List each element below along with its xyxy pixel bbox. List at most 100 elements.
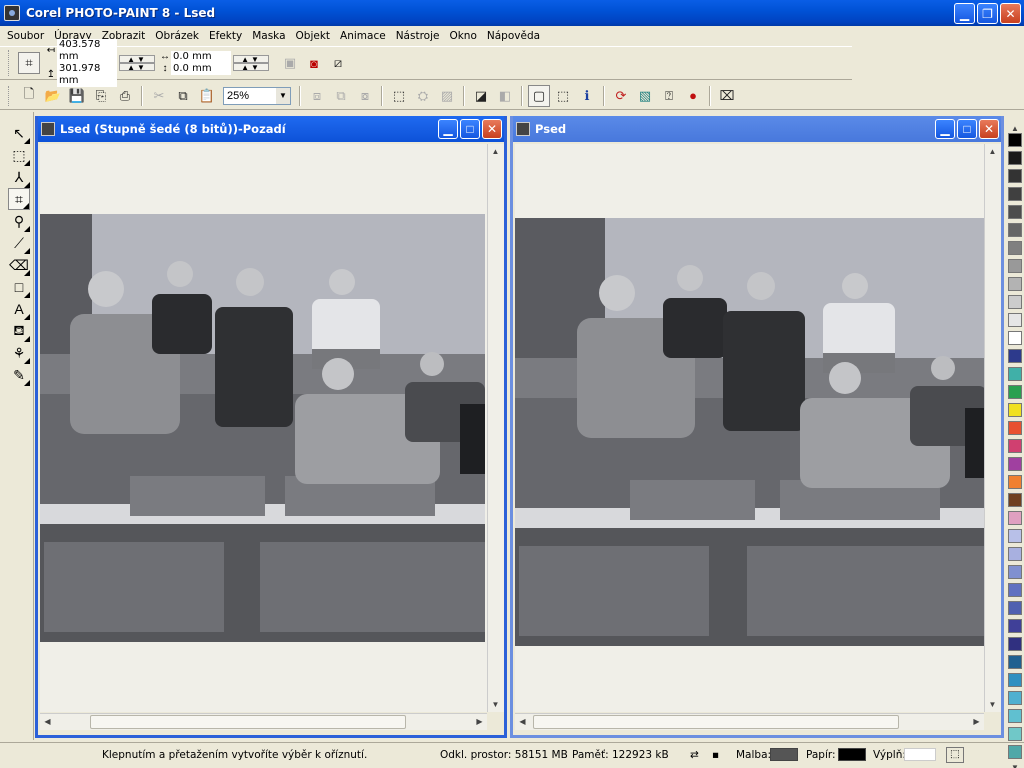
menu-efekty[interactable]: Efekty [204,30,247,42]
pick-tool-icon[interactable]: ↖ [8,122,30,144]
mask-overlay-icon[interactable]: ◪ [470,85,492,107]
vertical-scrollbar[interactable]: ▲ ▼ [984,144,1001,712]
mask-rectangle-icon[interactable]: ⬚ [388,85,410,107]
menu-nastroje[interactable]: Nástroje [391,30,445,42]
rectangle-mask-icon[interactable]: ⬚ [8,144,30,166]
color-swatch[interactable] [1008,565,1022,579]
paste-icon[interactable]: 📋 [196,85,218,107]
color-swatch[interactable] [1008,259,1022,273]
open-folder-icon[interactable]: 📂 [42,85,64,107]
scroll-right-icon[interactable]: ▶ [969,714,984,729]
palette-scroll-up-icon[interactable]: ▲ [1006,124,1024,133]
freehand-mask-icon[interactable]: ⅄ [8,166,30,188]
minimize-button[interactable]: ▁ [954,3,975,24]
photo-image[interactable] [40,214,485,642]
zoom-tool-icon[interactable]: ⚲ [8,210,30,232]
menu-objekt[interactable]: Objekt [291,30,336,42]
paint-color-swatch[interactable] [770,748,798,761]
restore-button[interactable]: ❐ [977,3,998,24]
color-swatch[interactable] [1008,475,1022,489]
full-screen-icon[interactable]: ⌧ [716,85,738,107]
mask-invert-icon[interactable]: ⛭ [412,85,434,107]
horizontal-scrollbar[interactable]: ◀ ▶ [515,713,984,730]
show-mask-icon[interactable]: ▢ [528,84,550,107]
fill-tool-icon[interactable]: ⛾ [8,320,30,342]
offset-x-field[interactable]: 0.0 mm [171,51,231,63]
color-swatch[interactable] [1008,205,1022,219]
apple-icon[interactable]: ● [682,85,704,107]
color-swatch[interactable] [1008,169,1022,183]
color-swatch[interactable] [1008,295,1022,309]
width-field[interactable]: 403.578 mm [57,39,117,63]
cut-icon[interactable]: ✂ [148,85,170,107]
menu-obrazek[interactable]: Obrázek [150,30,204,42]
image-canvas[interactable] [515,144,987,712]
info-icon[interactable]: ℹ [576,85,598,107]
document-window-psed[interactable]: Psed ▁ □ ✕ ▲ ▼ ◀ ▶ [510,116,1004,738]
eraser-icon[interactable]: ⌫ [8,254,30,276]
doc-minimize-button[interactable]: ▁ [935,119,955,139]
horizontal-scrollbar[interactable]: ◀ ▶ [40,713,487,730]
paper-color-swatch[interactable] [838,748,866,761]
color-swatch[interactable] [1008,187,1022,201]
mask-marquee-icon[interactable]: ◧ [494,85,516,107]
color-swatch[interactable] [1008,151,1022,165]
offset-spinner[interactable]: ▲▼ ▲▼ [233,55,269,72]
menu-animace[interactable]: Animace [335,30,391,42]
object-split-icon[interactable]: ⧇ [354,85,376,107]
doc-maximize-button[interactable]: □ [460,119,480,139]
scroll-down-icon[interactable]: ▼ [985,697,1000,712]
color-swatch[interactable] [1008,709,1022,723]
size-spinner[interactable]: ▲▼ ▲▼ [119,55,155,72]
copy-icon[interactable]: ⧉ [172,85,194,107]
color-swatch[interactable] [1008,331,1022,345]
doc-close-button[interactable]: ✕ [482,119,502,139]
menu-napoveda[interactable]: Nápověda [482,30,545,42]
crop-tool-options-icon[interactable]: ⧄ [327,52,349,74]
toolbar-grip[interactable] [8,50,11,76]
object-combine-icon[interactable]: ⧉ [330,85,352,107]
doc-maximize-button[interactable]: □ [957,119,977,139]
color-swatch[interactable] [1008,583,1022,597]
doc-minimize-button[interactable]: ▁ [438,119,458,139]
scroll-thumb[interactable] [533,715,899,729]
swap-colors-icon[interactable]: ⇄ [690,749,699,761]
mask-mode-icon[interactable]: ⬚ [946,747,964,763]
save-icon[interactable]: 💾 [66,85,88,107]
color-swatch[interactable] [1008,457,1022,471]
color-swatch[interactable] [1008,223,1022,237]
scroll-down-icon[interactable]: ▼ [488,697,503,712]
scroll-right-icon[interactable]: ▶ [472,714,487,729]
effects-magnet-icon[interactable]: ⟳ [610,85,632,107]
text-tool-icon[interactable]: A [8,298,30,320]
help-pointer-icon[interactable]: ⍰ [658,85,680,107]
color-swatch[interactable] [1008,367,1022,381]
color-swatch[interactable] [1008,691,1022,705]
color-swatch[interactable] [1008,529,1022,543]
chevron-down-icon[interactable]: ▼ [276,87,290,104]
document-window-lsed[interactable]: Lsed (Stupně šedé (8 bitů))-Pozadí ▁ □ ✕ [35,116,507,738]
corel-app-icon[interactable] [4,5,20,21]
menu-okno[interactable]: Okno [444,30,481,42]
offset-y-field[interactable]: 0.0 mm [171,63,231,75]
scroll-left-icon[interactable]: ◀ [515,714,530,729]
scroll-left-icon[interactable]: ◀ [40,714,55,729]
vertical-scrollbar[interactable]: ▲ ▼ [487,144,504,712]
scroll-up-icon[interactable]: ▲ [488,144,503,159]
crop-to-mask-icon[interactable]: ▣ [279,52,301,74]
close-button[interactable]: ✕ [1000,3,1021,24]
clone-tool-icon[interactable]: ✎ [8,364,30,386]
crop-border-color-icon[interactable]: ◙ [303,52,325,74]
object-group-icon[interactable]: ⧈ [306,85,328,107]
photo-image[interactable] [515,218,987,646]
image-canvas[interactable] [40,144,487,712]
doc-close-button[interactable]: ✕ [979,119,999,139]
effect-tool-icon[interactable]: ⚘ [8,342,30,364]
new-file-icon[interactable]: 🗋 [18,85,40,107]
color-swatch[interactable] [1008,601,1022,615]
color-swatch[interactable] [1008,655,1022,669]
crop-frame-icon[interactable]: ⌗ [18,52,40,74]
document-title-bar[interactable]: Lsed (Stupně šedé (8 bitů))-Pozadí ▁ □ ✕ [38,116,504,142]
reset-colors-icon[interactable]: ▪ [712,749,719,761]
mask-remove-icon[interactable]: ▨ [436,85,458,107]
